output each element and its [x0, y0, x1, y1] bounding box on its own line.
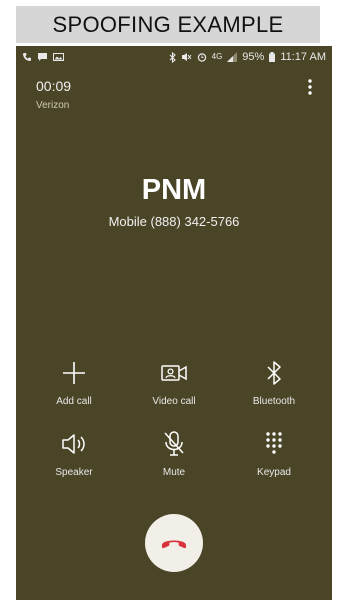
image-icon [53, 52, 64, 62]
more-options-icon[interactable] [302, 78, 318, 96]
spoofing-banner: SPOOFING EXAMPLE [16, 6, 320, 43]
banner-title: SPOOFING EXAMPLE [52, 11, 284, 37]
message-icon [37, 52, 48, 62]
keypad-icon [260, 429, 288, 459]
caller-name: PNM [141, 174, 207, 206]
phone-icon [22, 52, 32, 62]
speaker-icon [60, 429, 88, 459]
battery-percent: 95% [242, 51, 265, 63]
add-call-button[interactable]: Add call [24, 358, 124, 407]
bluetooth-label: Bluetooth [252, 396, 296, 407]
keypad-label: Keypad [257, 467, 291, 478]
bluetooth-icon [169, 51, 176, 63]
mute-label: Mute [162, 467, 186, 478]
status-time: 11:17 AM [280, 51, 326, 63]
phone-screen: 4G 95% 11:17 AM 00:09 Verizon PNM Mobile… [16, 46, 332, 600]
end-call-button[interactable] [145, 514, 203, 572]
mute-icon [181, 52, 192, 62]
bluetooth-button[interactable]: Bluetooth [224, 358, 324, 407]
keypad-button[interactable]: Keypad [224, 429, 324, 478]
status-bar: 4G 95% 11:17 AM [16, 46, 332, 68]
speaker-label: Speaker [55, 467, 93, 478]
call-timer: 00:09 [36, 78, 72, 94]
signal-icon [227, 52, 238, 62]
mic-mute-icon [160, 429, 188, 459]
video-call-label: Video call [152, 396, 196, 407]
carrier-label: Verizon [36, 100, 70, 111]
video-call-button[interactable]: Video call [124, 358, 224, 407]
add-call-label: Add call [56, 396, 92, 407]
plus-icon [60, 358, 88, 388]
battery-icon [269, 52, 276, 62]
alarm-icon [197, 52, 207, 62]
video-call-icon [160, 358, 188, 388]
call-controls: Add call Video call Bluetooth Speaker Mu… [16, 358, 332, 478]
network-icon: 4G [211, 52, 223, 61]
hang-up-icon [162, 540, 186, 549]
mute-button[interactable]: Mute [124, 429, 224, 478]
bluetooth-icon [260, 358, 288, 388]
caller-number: Mobile (888) 342-5766 [108, 214, 240, 229]
speaker-button[interactable]: Speaker [24, 429, 124, 478]
